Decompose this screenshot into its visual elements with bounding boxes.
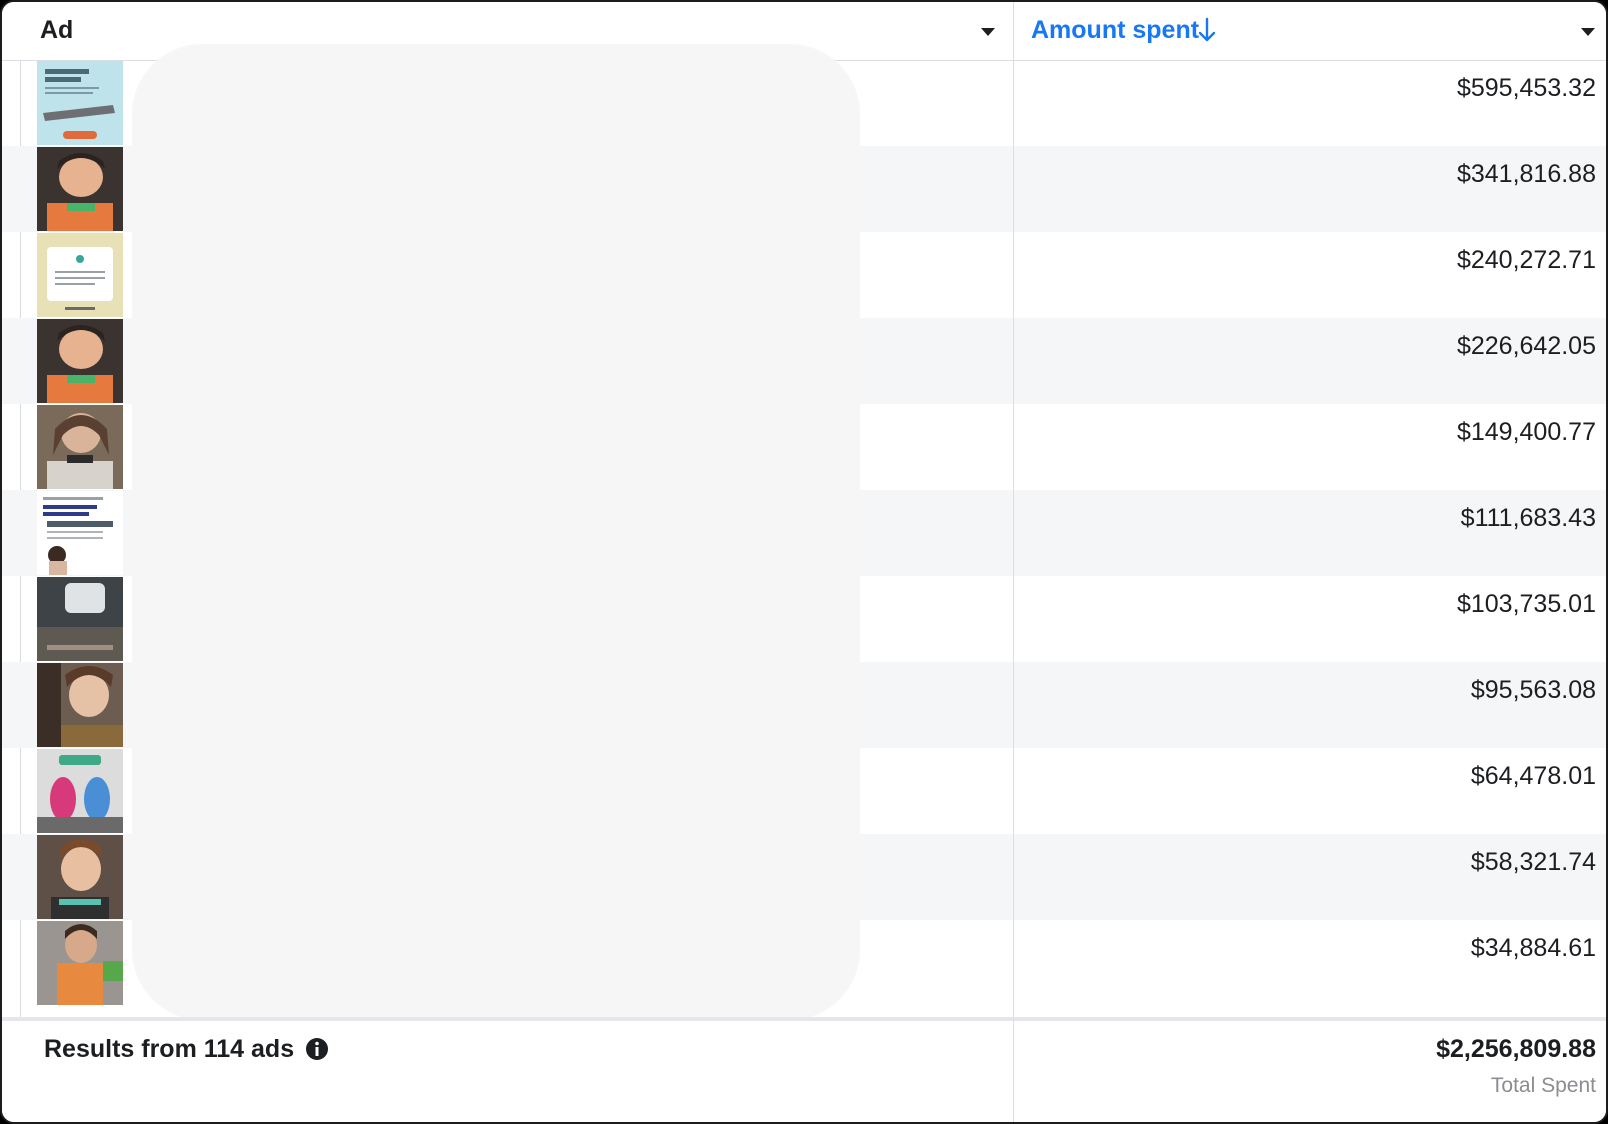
amount-spent-cell: $111,683.43 xyxy=(1460,504,1596,532)
total-amount-spent: $2,256,809.88 xyxy=(1436,1035,1596,1063)
ad-thumbnail[interactable] xyxy=(37,835,123,919)
caret-down-icon[interactable] xyxy=(1580,27,1596,37)
amount-spent-cell: $34,884.61 xyxy=(1470,934,1596,962)
ad-thumbnail[interactable] xyxy=(37,233,123,317)
amount-spent-cell: $341,816.88 xyxy=(1456,160,1596,188)
amount-spent-cell: $240,272.71 xyxy=(1456,246,1596,274)
total-spent-label: Total Spent xyxy=(1490,1074,1596,1097)
amount-spent-cell: $58,321.74 xyxy=(1470,848,1596,876)
amount-spent-cell: $95,563.08 xyxy=(1470,676,1596,704)
info-icon[interactable] xyxy=(305,1037,329,1061)
ad-thumbnail[interactable] xyxy=(37,405,123,489)
amount-spent-cell: $64,478.01 xyxy=(1470,762,1596,790)
ad-thumbnail[interactable] xyxy=(37,491,123,575)
results-summary: Results from 114 ads xyxy=(44,1035,295,1063)
ad-thumbnail[interactable] xyxy=(37,147,123,231)
redacted-ad-names xyxy=(132,44,860,1020)
amount-spent-cell: $226,642.05 xyxy=(1456,332,1596,360)
ad-thumbnail[interactable] xyxy=(37,921,123,1005)
column-header-ad[interactable]: Ad xyxy=(40,16,73,45)
column-divider xyxy=(1013,2,1014,1122)
caret-down-icon[interactable] xyxy=(980,27,996,37)
amount-spent-cell: $595,453.32 xyxy=(1456,74,1596,102)
ad-thumbnail[interactable] xyxy=(37,61,123,145)
ads-report-table: Ad Amount spent $595,453.32 $341,816.88 … xyxy=(0,0,1608,1124)
table-footer: Results from 114 ads $2,256,809.88 Total… xyxy=(2,1021,1606,1122)
ad-thumbnail[interactable] xyxy=(37,749,123,833)
ad-thumbnail[interactable] xyxy=(37,577,123,661)
column-header-amount-spent[interactable]: Amount spent xyxy=(1031,16,1199,45)
ad-thumbnail[interactable] xyxy=(37,663,123,747)
amount-spent-cell: $103,735.01 xyxy=(1456,590,1596,618)
amount-spent-cell: $149,400.77 xyxy=(1456,418,1596,446)
arrow-down-icon[interactable] xyxy=(1198,17,1216,43)
ad-thumbnail[interactable] xyxy=(37,319,123,403)
